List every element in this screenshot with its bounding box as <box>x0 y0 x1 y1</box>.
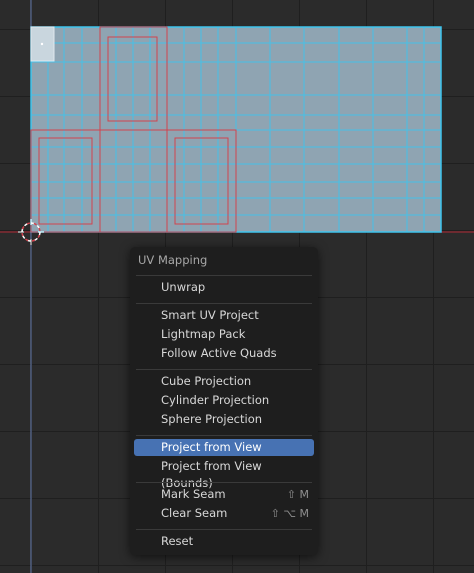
menu-separator <box>136 303 312 304</box>
menu-item-project-from-view-bounds[interactable]: Project from View (Bounds) <box>134 458 314 490</box>
menu-item-smart-uv-project[interactable]: Smart UV Project <box>134 307 314 324</box>
menu-item-label: Cylinder Projection <box>161 393 270 407</box>
menu-item-reset[interactable]: Reset <box>134 533 314 550</box>
menu-item-label: Lightmap Pack <box>161 327 246 341</box>
menu-separator <box>136 435 312 436</box>
menu-separator <box>136 482 312 483</box>
menu-separator <box>136 275 312 276</box>
menu-item-label: Clear Seam <box>161 506 228 520</box>
menu-item-label: Follow Active Quads <box>161 346 277 360</box>
menu-item-sphere-projection[interactable]: Sphere Projection <box>134 411 314 428</box>
menu-item-label: Reset <box>161 534 194 548</box>
menu-item-cylinder-projection[interactable]: Cylinder Projection <box>134 392 314 409</box>
selected-face-dot <box>40 42 44 46</box>
menu-separator <box>136 369 312 370</box>
menu-item-shortcut: ⇧ ⌥ M <box>270 507 309 520</box>
menu-item-label: Project from View <box>161 440 262 454</box>
menu-item-shortcut: ⇧ M <box>286 488 309 501</box>
uv-mapping-menu: UV Mapping Unwrap Smart UV Project Light… <box>130 247 318 555</box>
menu-item-lightmap-pack[interactable]: Lightmap Pack <box>134 326 314 343</box>
menu-title: UV Mapping <box>138 253 208 267</box>
menu-item-label: Unwrap <box>161 280 206 294</box>
menu-item-follow-active-quads[interactable]: Follow Active Quads <box>134 345 314 362</box>
menu-item-label: Cube Projection <box>161 374 252 388</box>
menu-item-clear-seam[interactable]: Clear Seam ⇧ ⌥ M <box>134 505 314 522</box>
menu-item-label: Mark Seam <box>161 487 226 501</box>
menu-item-cube-projection[interactable]: Cube Projection <box>134 373 314 390</box>
menu-separator <box>136 529 312 530</box>
menu-item-mark-seam[interactable]: Mark Seam ⇧ M <box>134 486 314 503</box>
menu-item-project-from-view[interactable]: Project from View <box>134 439 314 456</box>
menu-item-label: Smart UV Project <box>161 308 259 322</box>
menu-item-unwrap[interactable]: Unwrap <box>134 279 314 296</box>
menu-item-label: Sphere Projection <box>161 412 263 426</box>
